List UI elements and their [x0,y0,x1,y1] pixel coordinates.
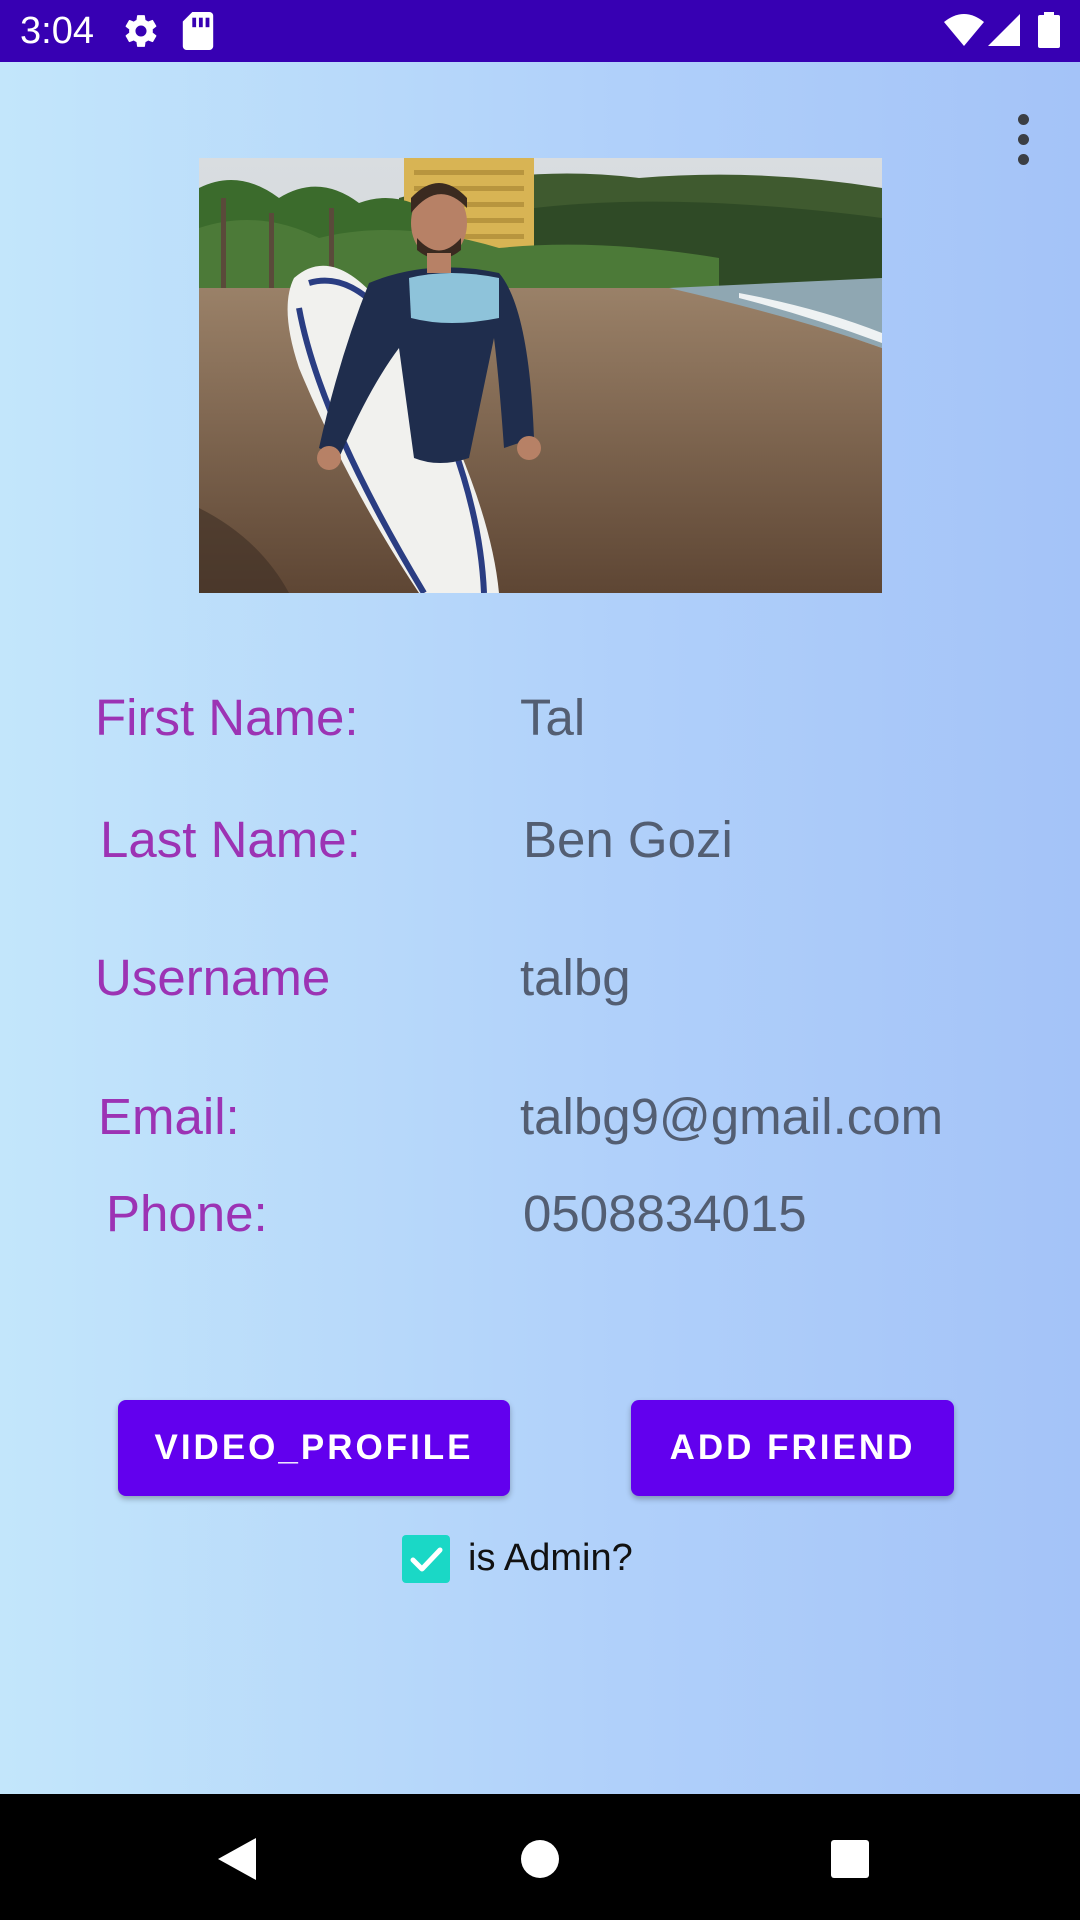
cell-signal-icon [988,14,1020,51]
add-friend-button[interactable]: ADD FRIEND [631,1400,954,1496]
username-value: talbg [520,949,631,1006]
last-name-label: Last Name: [100,811,361,868]
back-icon[interactable] [200,1824,270,1894]
battery-icon [1038,12,1060,53]
more-vert-icon[interactable] [1000,110,1048,174]
settings-gear-icon [122,12,160,55]
username-label: Username [95,949,331,1006]
email-value: talbg9@gmail.com [520,1088,944,1145]
email-label: Email: [98,1088,240,1145]
profile-photo [199,158,882,593]
sd-card-icon [182,12,214,55]
checkmark-icon [410,1547,443,1572]
video-profile-button[interactable]: VIDEO_PROFILE [118,1400,510,1496]
admin-checkbox[interactable] [402,1535,450,1583]
status-time: 3:04 [20,10,94,52]
first-name-label: First Name: [95,689,359,746]
first-name-value: Tal [520,689,586,746]
navigation-bar [0,1794,1080,1920]
phone-value: 0508834015 [523,1185,807,1242]
phone-label: Phone: [106,1185,268,1242]
status-bar: 3:04 [0,0,1080,62]
recents-icon[interactable] [815,1824,885,1894]
profile-content: First Name: Tal Last Name: Ben Gozi User… [0,62,1080,1794]
admin-checkbox-label[interactable]: is Admin? [468,1532,633,1584]
home-icon[interactable] [505,1824,575,1894]
screen: 3:04 First Name: Tal Last Name: Ben Gozi… [0,0,1080,1920]
last-name-value: Ben Gozi [523,811,733,868]
wifi-icon [944,14,984,51]
